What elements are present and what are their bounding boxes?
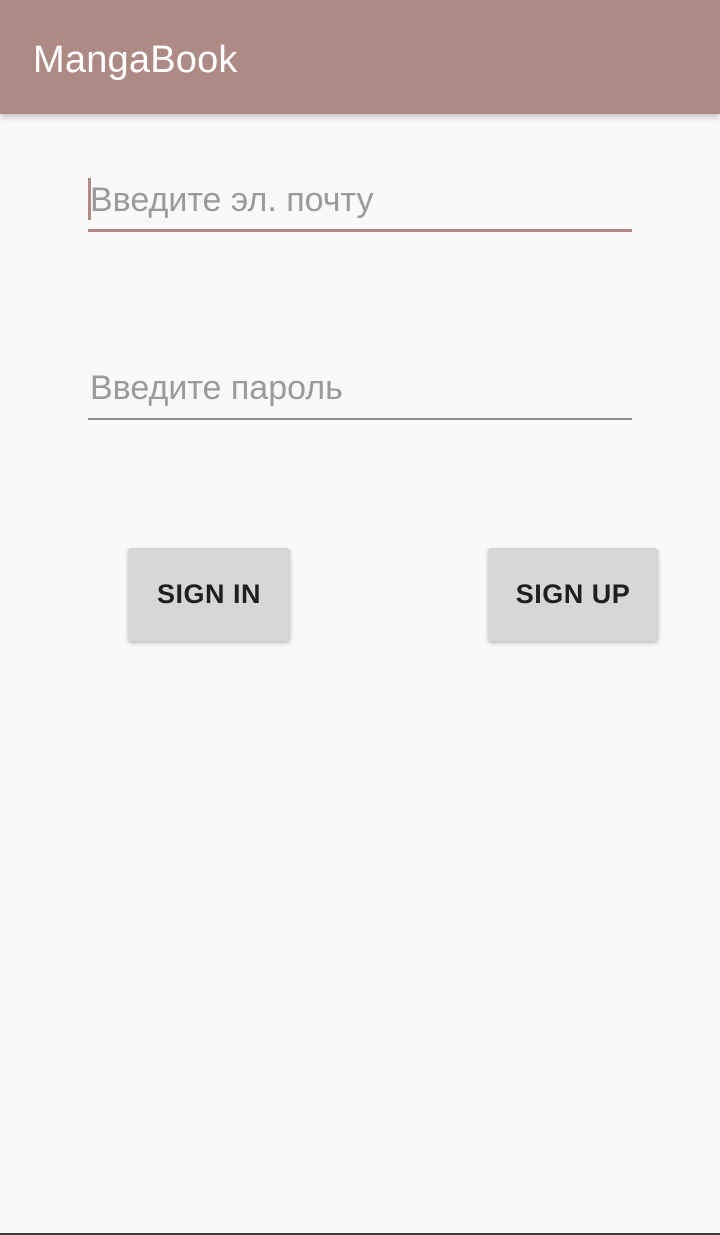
email-field-container[interactable]: [88, 172, 632, 232]
app-title: MangaBook: [33, 39, 238, 81]
sign-in-button[interactable]: SIGN IN: [128, 548, 290, 641]
text-cursor: [88, 178, 91, 220]
app-bar: MangaBook: [0, 0, 720, 114]
password-field[interactable]: [88, 360, 632, 416]
password-field-underline: [88, 418, 632, 420]
email-field-underline: [88, 229, 632, 232]
password-field-container[interactable]: [88, 360, 632, 420]
email-field[interactable]: [88, 172, 632, 228]
sign-up-button[interactable]: SIGN UP: [488, 548, 658, 641]
